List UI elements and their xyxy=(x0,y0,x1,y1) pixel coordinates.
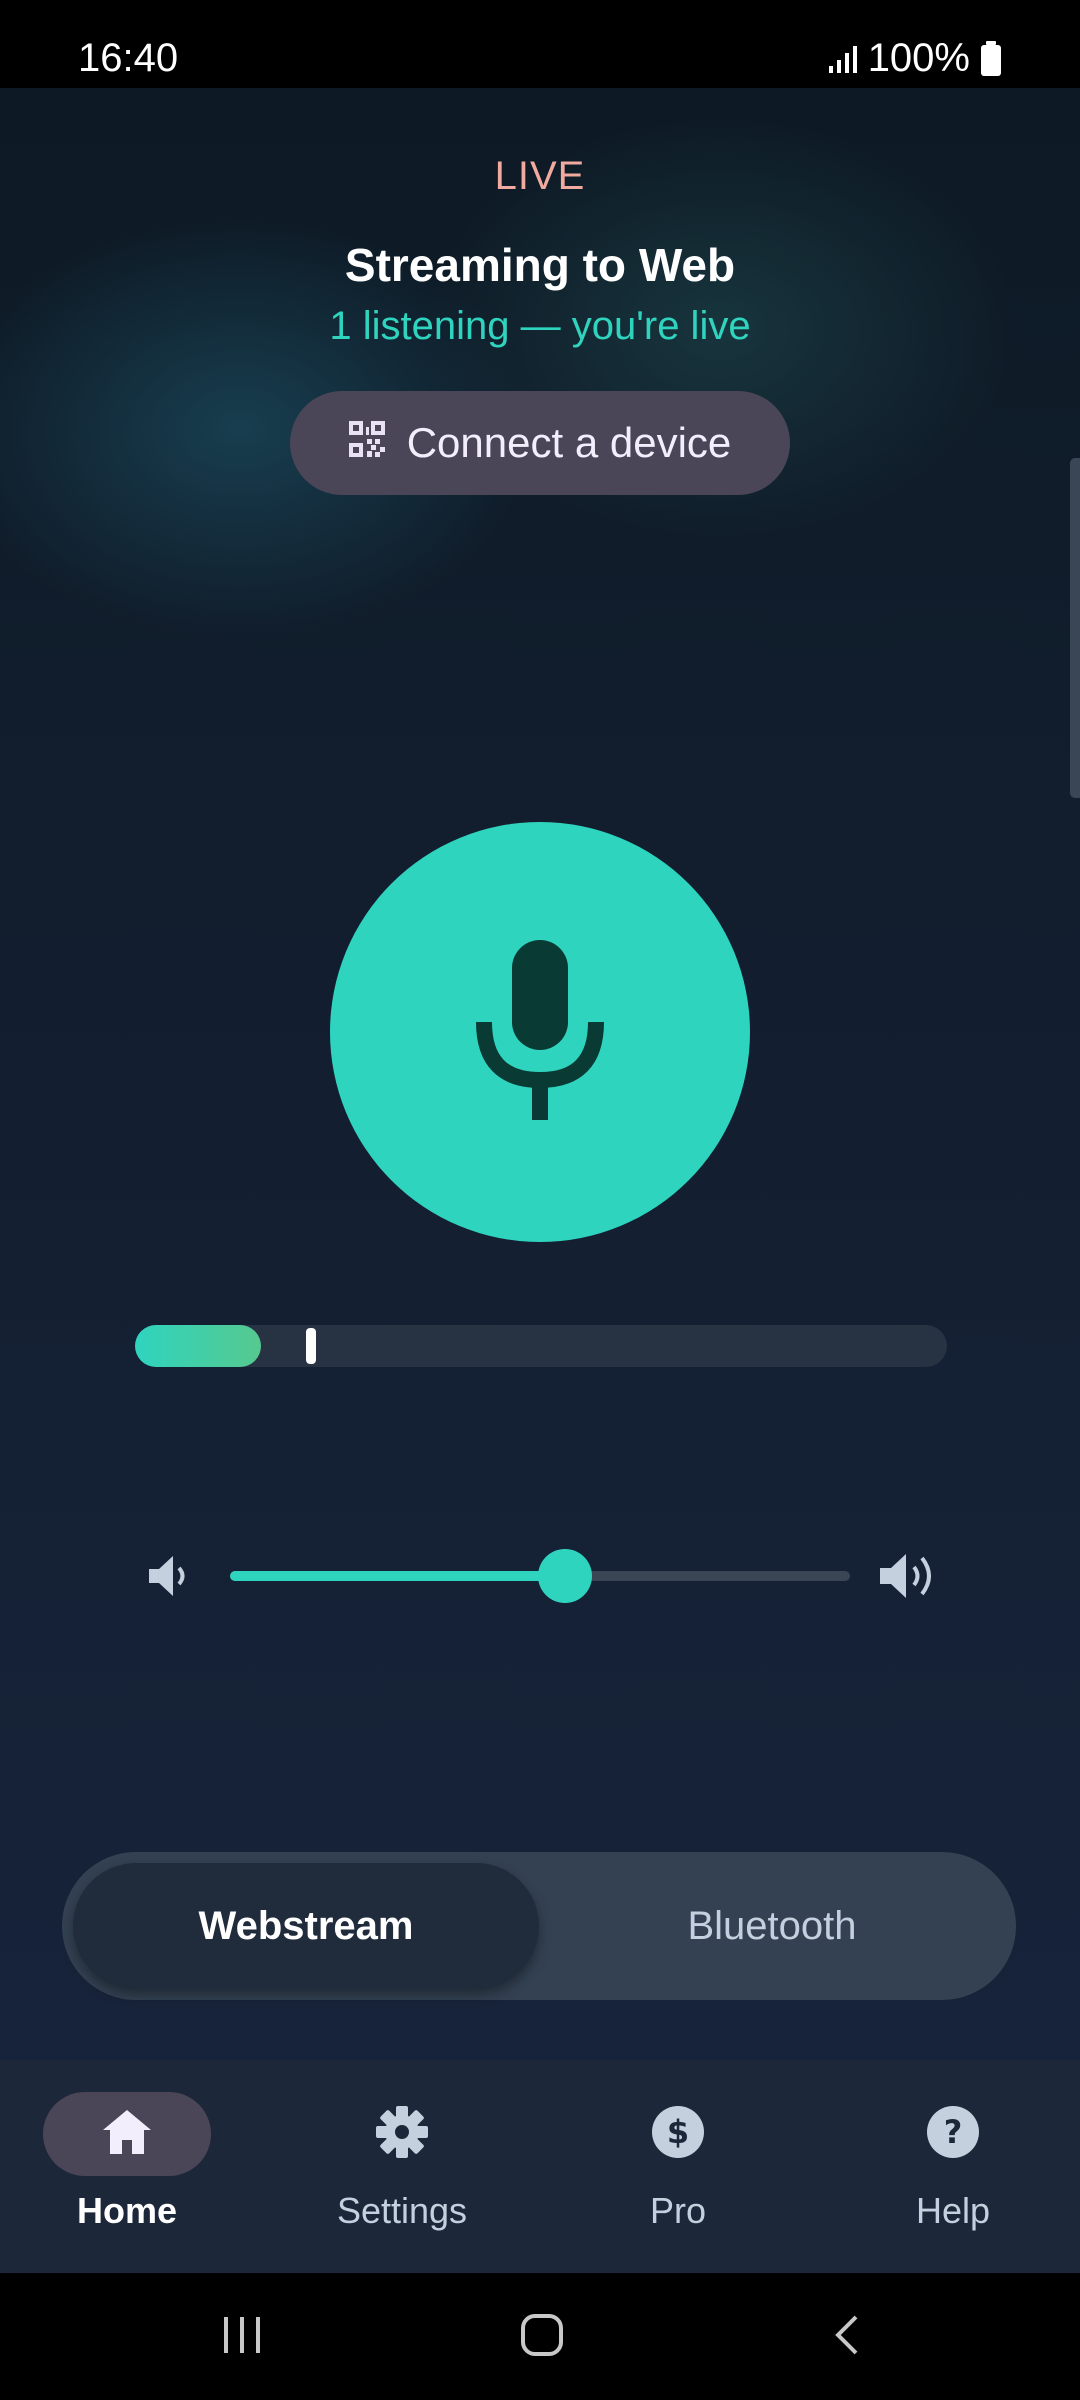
screen: 16:40 100% LIVE Streaming to Web 1 liste… xyxy=(0,0,1080,2400)
battery-percent: 100% xyxy=(867,36,970,80)
volume-down-icon[interactable] xyxy=(145,1551,195,1606)
volume-up-icon[interactable] xyxy=(878,1548,940,1609)
nav-home-indicator xyxy=(43,2092,211,2176)
connect-device-label: Connect a device xyxy=(406,419,732,466)
nav-help[interactable]: ? Help xyxy=(818,2092,1080,2242)
nav-home-label: Home xyxy=(76,2190,178,2231)
home-icon xyxy=(101,2108,153,2161)
microphone-toggle-button[interactable] xyxy=(330,822,750,1242)
stream-mode-toggle: Webstream Bluetooth xyxy=(62,1852,1016,2000)
live-label: LIVE xyxy=(494,154,586,198)
status-bar: 16:40 100% xyxy=(0,0,1080,88)
volume-slider[interactable] xyxy=(230,1549,850,1603)
nav-help-icon-wrap: ? xyxy=(869,2092,1037,2176)
volume-slider-fill xyxy=(230,1571,565,1581)
back-icon[interactable] xyxy=(826,2313,870,2362)
gear-icon xyxy=(375,2105,429,2164)
audio-level-meter xyxy=(135,1325,947,1367)
qr-code-icon xyxy=(348,419,385,467)
audio-level-fill xyxy=(135,1325,261,1367)
mode-webstream[interactable]: Webstream xyxy=(73,1863,539,1989)
nav-pro-label: Pro xyxy=(649,2190,707,2231)
volume-slider-thumb[interactable] xyxy=(537,1549,592,1603)
svg-text:$: $ xyxy=(667,2113,689,2151)
stream-title: Streaming to Web xyxy=(344,239,736,291)
scroll-indicator[interactable] xyxy=(1070,458,1080,798)
home-button-icon[interactable] xyxy=(520,2313,564,2362)
audio-peak-marker xyxy=(305,1328,316,1364)
system-navigation-bar xyxy=(0,2273,1080,2400)
status-indicators: 100% xyxy=(828,36,1002,81)
svg-text:?: ? xyxy=(944,2113,963,2151)
microphone-icon xyxy=(470,939,610,1125)
connect-device-button[interactable]: Connect a device xyxy=(290,391,790,495)
dollar-icon: $ xyxy=(651,2105,705,2164)
listener-status: 1 listening — you're live xyxy=(329,304,751,348)
recent-apps-icon[interactable] xyxy=(220,2313,264,2362)
help-icon: ? xyxy=(926,2105,980,2164)
nav-settings-label: Settings xyxy=(336,2190,468,2231)
status-time: 16:40 xyxy=(78,36,179,80)
bottom-navigation: Home Settings $ Pro ? Help xyxy=(0,2060,1080,2273)
nav-pro-icon-wrap: $ xyxy=(594,2092,762,2176)
nav-pro[interactable]: $ Pro xyxy=(543,2092,813,2242)
battery-icon xyxy=(980,40,1002,77)
mode-bluetooth[interactable]: Bluetooth xyxy=(539,1863,1005,1989)
nav-settings[interactable]: Settings xyxy=(267,2092,537,2242)
nav-home[interactable]: Home xyxy=(0,2092,262,2242)
app-content: LIVE Streaming to Web 1 listening — you'… xyxy=(0,88,1080,2060)
signal-icon xyxy=(828,44,858,74)
nav-settings-icon-wrap xyxy=(318,2092,486,2176)
nav-help-label: Help xyxy=(915,2190,991,2231)
